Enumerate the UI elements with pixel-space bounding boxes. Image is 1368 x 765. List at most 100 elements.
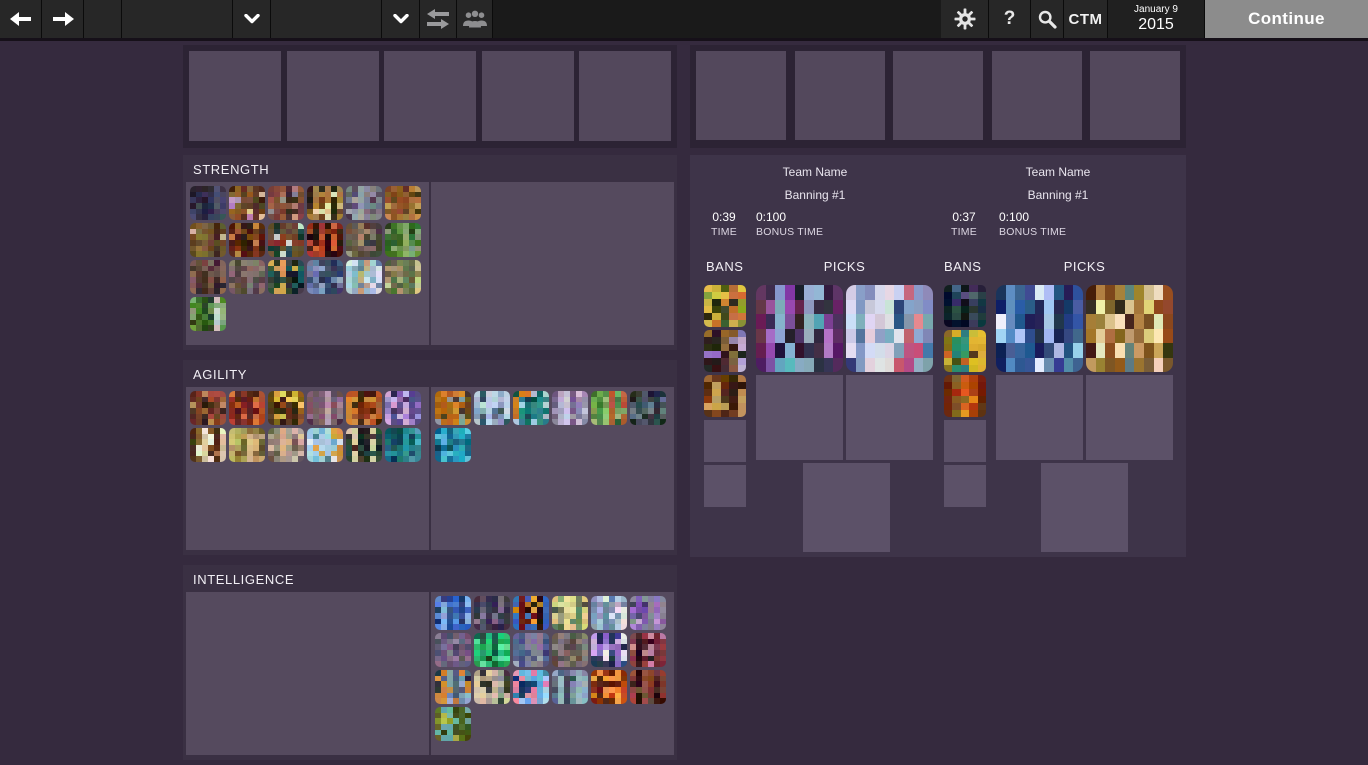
hero-tile[interactable]: [630, 670, 666, 704]
hero-tile[interactable]: [474, 596, 510, 630]
team2-bonus-timer: 0:100 BONUS TIME: [999, 210, 1066, 239]
hero-tile[interactable]: [591, 670, 627, 704]
hero-tile[interactable]: [190, 223, 226, 257]
team2-bans-label: BANS: [944, 259, 981, 274]
continue-button[interactable]: Continue: [1205, 0, 1368, 38]
hero-tile[interactable]: [385, 428, 421, 462]
topbar: ? CTM January 9 2015 Continue: [0, 0, 1368, 41]
team2-status: Banning #1: [973, 188, 1143, 202]
hero-tile[interactable]: [385, 391, 421, 425]
hero-tile[interactable]: [307, 428, 343, 462]
hero-tile[interactable]: [591, 633, 627, 667]
pick-slot-empty: [846, 375, 933, 460]
hero-tile[interactable]: [435, 670, 471, 704]
hero-tile[interactable]: [474, 391, 510, 425]
hero-tile[interactable]: [630, 391, 666, 425]
hero-tile[interactable]: [268, 260, 304, 294]
hero-tile[interactable]: [474, 670, 510, 704]
ctm-mode-button[interactable]: CTM: [1064, 0, 1108, 38]
hero-tile[interactable]: [630, 633, 666, 667]
team2-bonus-label: BONUS TIME: [999, 226, 1066, 240]
hero-tile[interactable]: [630, 596, 666, 630]
hero-tile[interactable]: [229, 428, 265, 462]
search-button[interactable]: [1031, 0, 1064, 38]
intelligence-section: INTELLIGENCE: [183, 565, 677, 760]
hero-slot-placeholder: [384, 51, 476, 141]
hero-tile[interactable]: [513, 633, 549, 667]
hero-tile[interactable]: [435, 707, 471, 741]
hero-tile[interactable]: [307, 186, 343, 220]
suggestion-row-right: [690, 45, 1186, 148]
hero-tile[interactable]: [190, 391, 226, 425]
hero-tile[interactable]: [190, 260, 226, 294]
hero-tile[interactable]: [346, 391, 382, 425]
team2-time-value: 0:37: [938, 210, 990, 226]
hero-tile[interactable]: [190, 297, 226, 331]
hero-tile[interactable]: [435, 633, 471, 667]
hero-tile[interactable]: [591, 596, 627, 630]
question-mark-icon: ?: [1004, 8, 1016, 30]
hero-tile[interactable]: [435, 391, 471, 425]
hero-tile[interactable]: [307, 223, 343, 257]
search-icon: [1037, 9, 1057, 29]
hero-tile[interactable]: [474, 633, 510, 667]
hero-tile[interactable]: [435, 428, 471, 462]
ban-slot-empty: [704, 420, 746, 462]
hero-tile[interactable]: [346, 428, 382, 462]
team1-status: Banning #1: [730, 188, 900, 202]
chevron-down-icon: [244, 14, 260, 24]
hero-tile[interactable]: [229, 186, 265, 220]
team1-bonus-label: BONUS TIME: [756, 226, 823, 240]
hero-tile[interactable]: [190, 428, 226, 462]
team2-timer: 0:37 TIME: [938, 210, 990, 239]
team-roster-button[interactable]: [457, 0, 493, 38]
hero-tile[interactable]: [190, 186, 226, 220]
hero-tile[interactable]: [307, 391, 343, 425]
hero-tile[interactable]: [346, 186, 382, 220]
hero-tile[interactable]: [307, 260, 343, 294]
agility-hero-grid-left: [186, 387, 429, 550]
hero-tile[interactable]: [229, 391, 265, 425]
date-display: January 9 2015: [1108, 0, 1205, 38]
hero-tile[interactable]: [552, 633, 588, 667]
filter-dropdown[interactable]: [271, 0, 382, 38]
hero-tile[interactable]: [385, 223, 421, 257]
hero-tile[interactable]: [268, 391, 304, 425]
team1-bonus-timer: 0:100 BONUS TIME: [756, 210, 823, 239]
date-line1: January 9: [1134, 4, 1178, 16]
hero-tile[interactable]: [229, 223, 265, 257]
hero-tile[interactable]: [268, 186, 304, 220]
hero-tile[interactable]: [346, 260, 382, 294]
hero-tile[interactable]: [268, 223, 304, 257]
hero-tile[interactable]: [346, 223, 382, 257]
hero-tile[interactable]: [385, 186, 421, 220]
arrow-right-icon: [51, 11, 75, 27]
hero-tile[interactable]: [513, 670, 549, 704]
pick-slot-empty: [803, 463, 890, 552]
hero-tile[interactable]: [385, 260, 421, 294]
swap-teams-button[interactable]: [420, 0, 457, 38]
chevron-down-icon: [393, 14, 409, 24]
forward-button[interactable]: [42, 0, 84, 38]
draft-panel: Team Name Banning #1 Team Name Banning #…: [690, 155, 1186, 557]
hero-tile[interactable]: [552, 596, 588, 630]
topbar-blank-cell: [84, 0, 122, 38]
hero-tile[interactable]: [552, 670, 588, 704]
mode-dropdown[interactable]: [122, 0, 233, 38]
hero-tile[interactable]: [268, 428, 304, 462]
hero-tile[interactable]: [513, 596, 549, 630]
filter-dropdown-chevron-button[interactable]: [382, 0, 420, 38]
mode-dropdown-chevron-button[interactable]: [233, 0, 271, 38]
ban-portrait: [704, 285, 746, 327]
settings-button[interactable]: [941, 0, 989, 38]
ban-portrait: [704, 330, 746, 372]
hero-tile[interactable]: [513, 391, 549, 425]
help-button[interactable]: ?: [989, 0, 1031, 38]
hero-slot-placeholder: [992, 51, 1082, 140]
hero-tile[interactable]: [591, 391, 627, 425]
back-button[interactable]: [0, 0, 42, 38]
hero-tile[interactable]: [435, 596, 471, 630]
hero-tile[interactable]: [229, 260, 265, 294]
hero-tile[interactable]: [552, 391, 588, 425]
pick-slot-empty: [756, 375, 843, 460]
